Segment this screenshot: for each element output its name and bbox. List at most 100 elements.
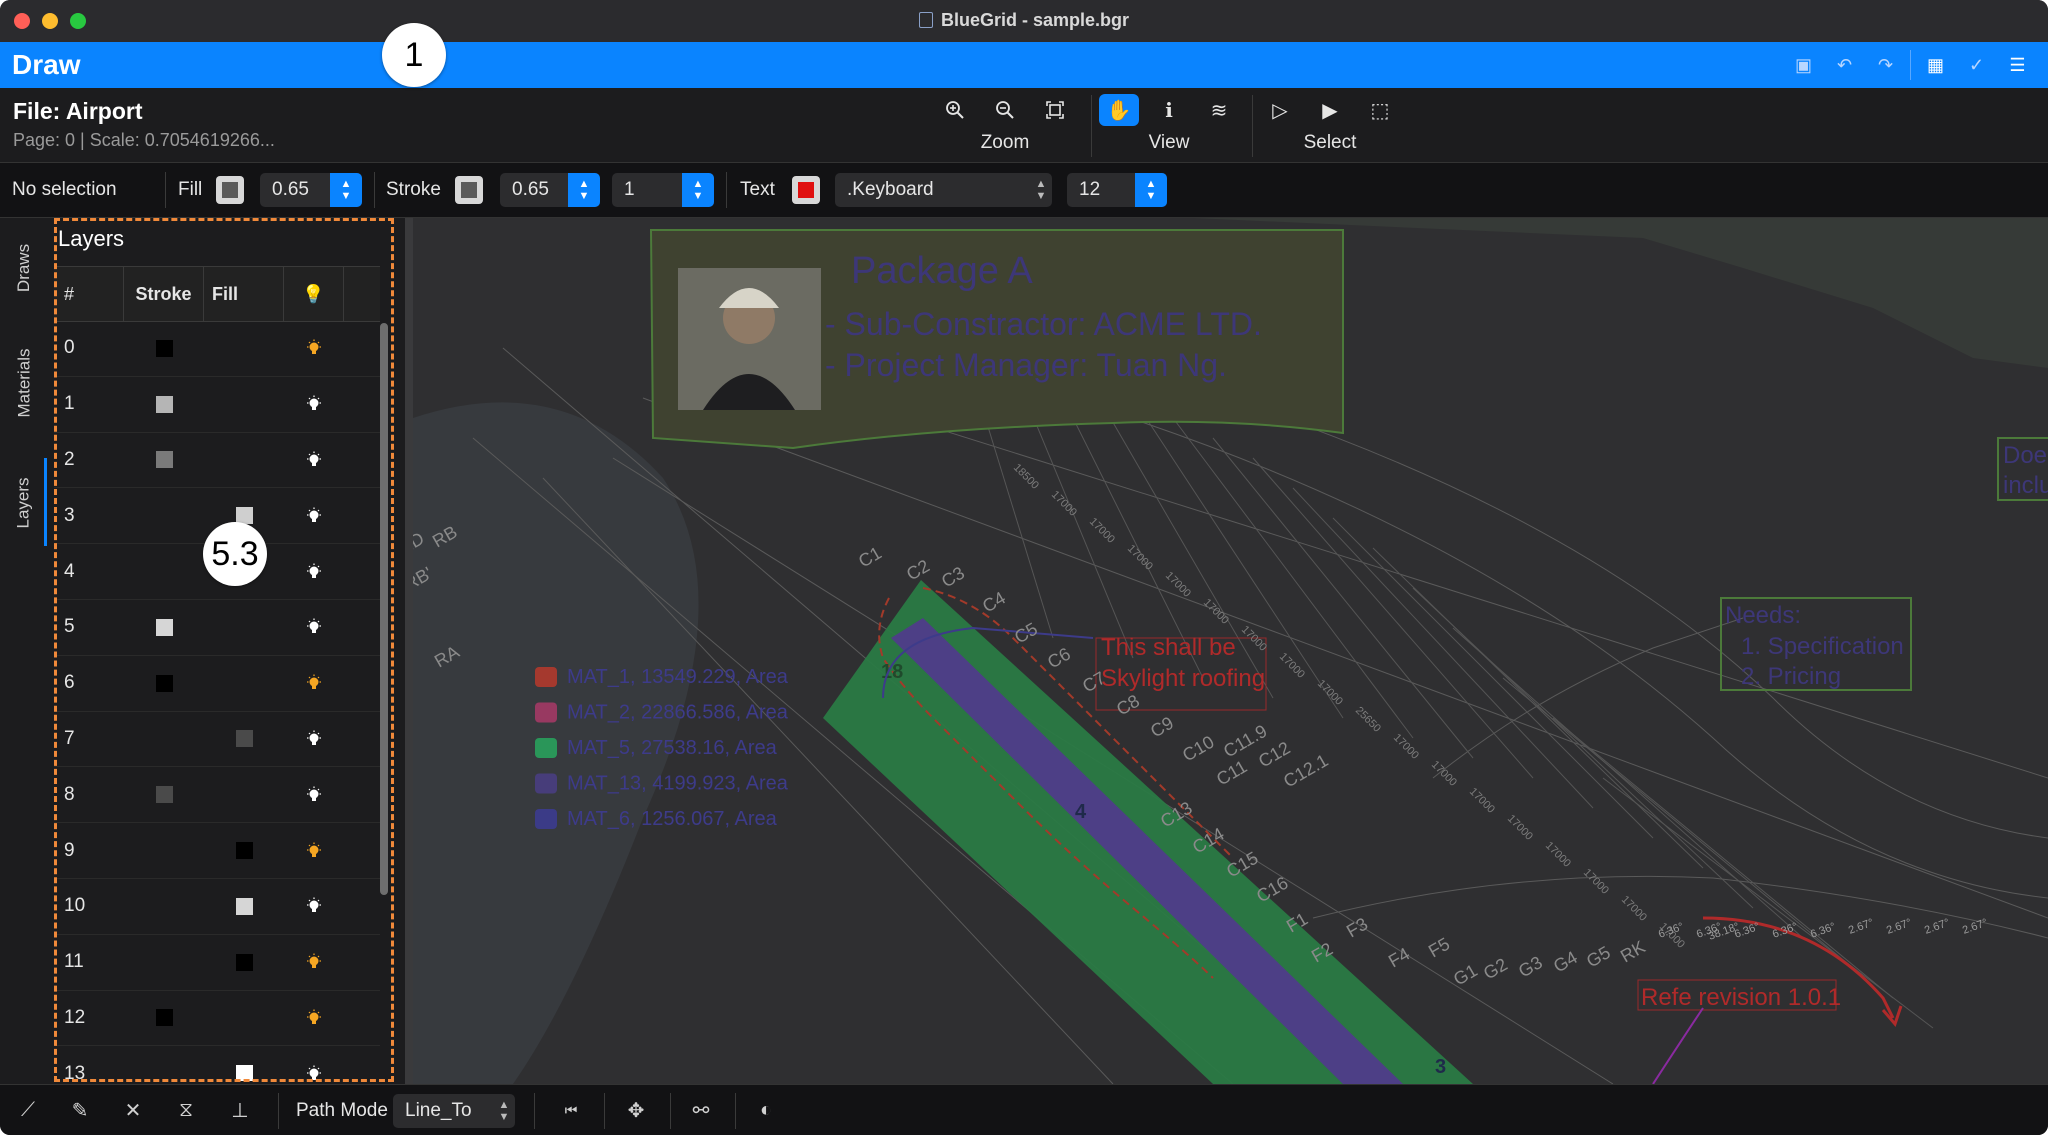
text-color-swatch[interactable] <box>792 176 820 204</box>
layer-stroke-cell[interactable] <box>124 674 204 692</box>
move-icon[interactable]: ✥ <box>616 1085 656 1135</box>
layer-fill-cell[interactable] <box>204 730 284 748</box>
stroke-swatch[interactable] <box>155 451 173 469</box>
tab-draws[interactable]: Draws <box>0 218 48 318</box>
layer-stroke-cell[interactable] <box>124 451 204 469</box>
stepper-arrows-icon[interactable]: ▲ ▼ <box>330 173 362 207</box>
select-box-icon[interactable]: ⬚ <box>1360 94 1400 126</box>
stroke-opacity-stepper[interactable]: 0.65 ▲ ▼ <box>500 173 600 207</box>
stroke-swatch[interactable] <box>155 395 173 413</box>
pointer-filled-icon[interactable]: ▶ <box>1310 94 1350 126</box>
layer-row[interactable]: 7 <box>54 712 380 768</box>
layer-stroke-cell[interactable] <box>124 618 204 636</box>
layer-fill-cell[interactable] <box>204 897 284 915</box>
layer-row[interactable]: 2 <box>54 433 380 489</box>
layer-fill-cell[interactable] <box>204 507 284 525</box>
layer-stroke-cell[interactable] <box>124 339 204 357</box>
tab-materials[interactable]: Materials <box>0 318 48 448</box>
fill-opacity-stepper[interactable]: 0.65 ▲ ▼ <box>260 173 362 207</box>
layer-row[interactable]: 5 <box>54 600 380 656</box>
layer-row[interactable]: 12 <box>54 991 380 1047</box>
redo-icon[interactable]: ↷ <box>1865 55 1906 76</box>
bulb-icon[interactable] <box>284 1009 344 1027</box>
fill-swatch[interactable] <box>235 1065 253 1081</box>
bulb-icon[interactable] <box>284 395 344 413</box>
pen-tool-icon[interactable]: ✎ <box>60 1085 100 1135</box>
layer-stroke-cell[interactable] <box>124 395 204 413</box>
stroke-swatch[interactable] <box>155 674 173 692</box>
layers-icon[interactable]: ≋ <box>1199 94 1239 126</box>
col-header-id[interactable]: # <box>54 267 124 321</box>
layer-row[interactable]: 0 <box>54 321 380 377</box>
col-header-visibility[interactable]: 💡 <box>284 267 344 321</box>
stroke-color-swatch[interactable] <box>455 176 483 204</box>
bulb-icon[interactable] <box>284 451 344 469</box>
layer-fill-cell[interactable] <box>204 842 284 860</box>
stroke-swatch[interactable] <box>155 1009 173 1027</box>
node-icon[interactable]: ⚯ <box>681 1085 721 1135</box>
layer-stroke-cell[interactable] <box>124 786 204 804</box>
font-select[interactable]: .Keyboard ▲ ▼ <box>835 173 1052 207</box>
stepper-arrows-icon[interactable]: ▲ ▼ <box>568 173 600 207</box>
path-mode-select[interactable]: Line_To ▲ ▼ <box>393 1093 515 1128</box>
fill-swatch[interactable] <box>235 897 253 915</box>
bulb-icon[interactable] <box>284 897 344 915</box>
fill-swatch[interactable] <box>235 730 253 748</box>
save-icon[interactable]: ▣ <box>1783 55 1824 76</box>
fill-swatch[interactable] <box>235 842 253 860</box>
fill-swatch[interactable] <box>235 953 253 971</box>
bulb-icon[interactable] <box>284 953 344 971</box>
panel-splitter[interactable] <box>405 218 413 1084</box>
bulb-icon[interactable] <box>284 730 344 748</box>
layer-stroke-cell[interactable] <box>124 1009 204 1027</box>
zoom-out-icon[interactable] <box>985 94 1025 126</box>
fill-color-swatch[interactable] <box>216 176 244 204</box>
layer-row[interactable]: 9 <box>54 823 380 879</box>
panel-icon[interactable]: ☰ <box>1997 55 2038 76</box>
stepper-arrows-icon[interactable]: ▲ ▼ <box>682 173 714 207</box>
bulb-icon[interactable] <box>284 1065 344 1081</box>
info-icon[interactable]: i <box>1149 94 1189 126</box>
bulb-icon[interactable] <box>284 507 344 525</box>
bulb-icon[interactable] <box>284 674 344 692</box>
layers-scrollbar[interactable] <box>380 323 388 895</box>
font-size-stepper[interactable]: 12 ▲ ▼ <box>1067 173 1167 207</box>
grid-icon[interactable]: ▦ <box>1915 55 1956 76</box>
check-icon[interactable]: ✓ <box>1956 55 1997 76</box>
layer-fill-cell[interactable] <box>204 1065 284 1081</box>
layer-row[interactable]: 10 <box>54 879 380 935</box>
contrast-icon[interactable]: ◐ <box>746 1085 786 1135</box>
line-tool-icon[interactable]: ⟋ <box>8 1085 48 1135</box>
bulb-icon[interactable] <box>284 339 344 357</box>
pointer-outline-icon[interactable]: ▷ <box>1260 94 1300 126</box>
stroke-width-stepper[interactable]: 1 ▲ ▼ <box>612 173 714 207</box>
layer-row[interactable]: 8 <box>54 767 380 824</box>
skip-back-icon[interactable]: ⏮ <box>551 1085 591 1135</box>
col-header-fill[interactable]: Fill <box>204 267 284 321</box>
chevron-updown-icon[interactable]: ▲ ▼ <box>1030 178 1052 202</box>
tab-layers[interactable]: Layers <box>0 448 48 558</box>
hourglass-tool-icon[interactable]: ⧖ <box>166 1085 206 1135</box>
zoom-in-icon[interactable] <box>935 94 975 126</box>
layer-row[interactable]: 13 <box>54 1046 380 1081</box>
layer-row[interactable]: 11 <box>54 935 380 991</box>
drawing-canvas[interactable]: Package A - Sub-Constractor: ACME LTD. -… <box>413 218 2048 1084</box>
layer-row[interactable]: 6 <box>54 656 380 712</box>
bulb-icon[interactable] <box>284 842 344 860</box>
stroke-swatch[interactable] <box>155 786 173 804</box>
bulb-icon[interactable] <box>284 563 344 581</box>
undo-icon[interactable]: ↶ <box>1824 55 1865 76</box>
perpendicular-tool-icon[interactable]: ⊥ <box>220 1085 260 1135</box>
stroke-swatch[interactable] <box>155 618 173 636</box>
col-header-stroke[interactable]: Stroke <box>124 267 204 321</box>
layer-row[interactable]: 1 <box>54 377 380 433</box>
layer-fill-cell[interactable] <box>204 953 284 971</box>
bulb-icon[interactable] <box>284 786 344 804</box>
stroke-swatch[interactable] <box>155 339 173 357</box>
bulb-icon[interactable] <box>284 618 344 636</box>
stepper-arrows-icon[interactable]: ▲ ▼ <box>1135 173 1167 207</box>
hand-icon[interactable]: ✋ <box>1099 94 1139 126</box>
zoom-fit-icon[interactable] <box>1035 94 1075 126</box>
cross-tool-icon[interactable]: ✕ <box>113 1085 153 1135</box>
chevron-updown-icon[interactable]: ▲ ▼ <box>493 1099 515 1123</box>
